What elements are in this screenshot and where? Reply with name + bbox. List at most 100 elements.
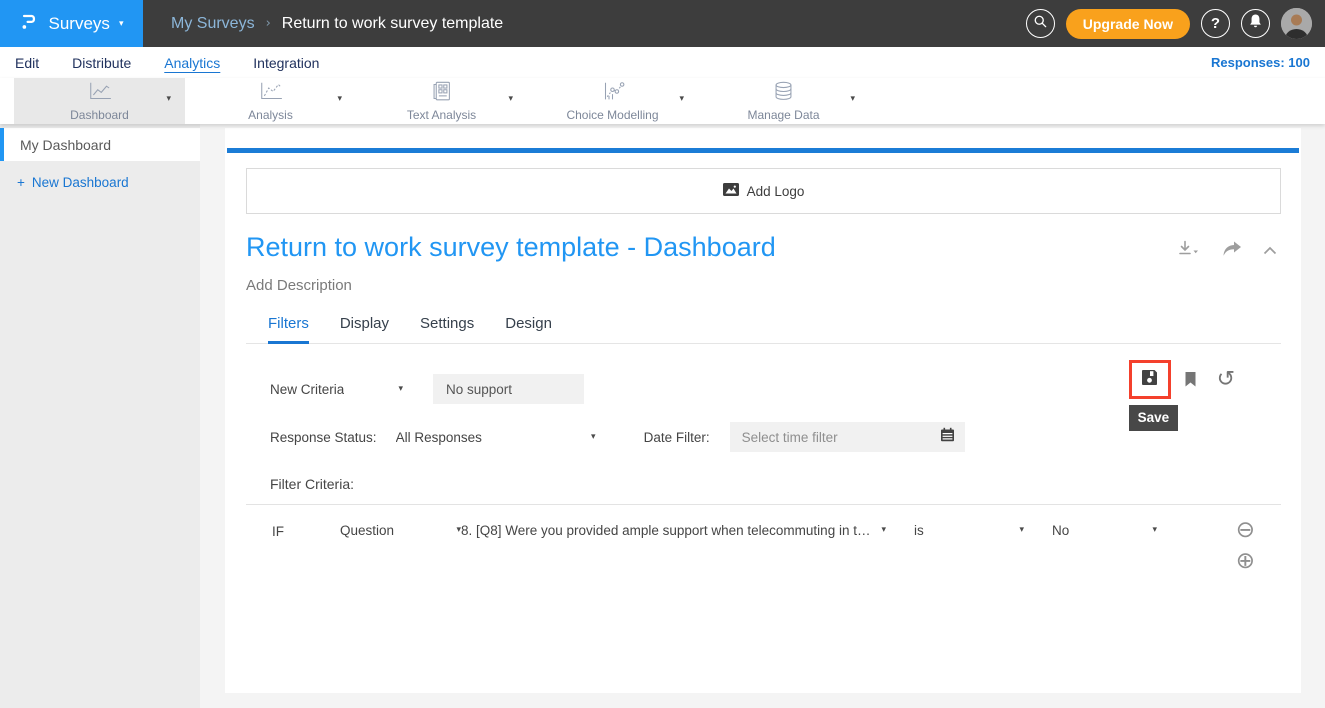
operator-dropdown[interactable]: is ▾ [914, 523, 1024, 538]
page-title: Return to work survey template - Dashboa… [246, 232, 776, 263]
chevron-down-icon: ▾ [591, 433, 596, 442]
dashboard-actions [1177, 240, 1277, 262]
sidebar-item-my-dashboard[interactable]: My Dashboard [0, 128, 200, 161]
download-icon[interactable] [1177, 240, 1201, 262]
operator-value: is [914, 523, 924, 538]
divider [246, 504, 1281, 505]
date-filter-placeholder: Select time filter [742, 430, 940, 445]
plus-icon: + [17, 175, 25, 190]
toolbar-item-choice-modelling[interactable]: Choice Modelling ▾ [527, 78, 698, 124]
chevron-down-icon: ▾ [1019, 526, 1024, 535]
top-bar: Surveys ▾ My Surveys › Return to work su… [0, 0, 1325, 47]
criteria-dropdown[interactable]: New Criteria ▾ [270, 382, 403, 397]
toolbar-label: Text Analysis [407, 108, 476, 122]
add-logo-dropzone[interactable]: Add Logo [246, 168, 1281, 214]
toolbar-item-manage-data[interactable]: Manage Data ▾ [698, 78, 869, 124]
responses-count[interactable]: Responses: 100 [1211, 55, 1310, 70]
chevron-down-icon[interactable]: ▾ [679, 95, 684, 104]
question-value: 8. [Q8] Were you provided ample support … [461, 523, 875, 538]
text-document-icon [428, 81, 455, 107]
dashboard-sidebar: My Dashboard + New Dashboard [0, 124, 200, 708]
line-chart-icon [86, 81, 113, 107]
nav-item-edit[interactable]: Edit [15, 55, 39, 71]
tab-design[interactable]: Design [505, 315, 552, 344]
app-logo-menu[interactable]: Surveys ▾ [0, 0, 143, 47]
nav-item-analytics[interactable]: Analytics [164, 55, 220, 71]
breadcrumb: My Surveys › Return to work survey templ… [171, 15, 503, 33]
chevron-down-icon: ▾ [398, 385, 403, 394]
tab-settings[interactable]: Settings [420, 315, 474, 344]
breadcrumb-separator-icon: › [266, 17, 271, 30]
sidebar-item-label: My Dashboard [20, 137, 111, 153]
criteria-dropdown-value: New Criteria [270, 382, 344, 397]
field-type-value: Question [340, 523, 394, 538]
chevron-down-icon: ▾ [1152, 526, 1157, 535]
questionpro-logo-icon [20, 11, 40, 37]
save-tooltip: Save [1129, 405, 1179, 431]
answer-dropdown[interactable]: No ▾ [1052, 523, 1157, 538]
share-icon[interactable] [1222, 241, 1242, 262]
field-type-dropdown[interactable]: Question ▾ [340, 523, 461, 538]
dashboard-card: Add Logo Return to work survey template … [225, 128, 1301, 693]
chevron-down-icon[interactable]: ▾ [850, 95, 855, 104]
user-avatar[interactable] [1281, 8, 1312, 39]
topbar-actions: Upgrade Now ? [1026, 8, 1325, 39]
response-status-dropdown[interactable]: All Responses ▾ [396, 430, 596, 445]
analytics-toolbar: Dashboard ▾ Analysis ▾ Text Analysis ▾ [0, 78, 1325, 124]
if-label: IF [272, 523, 340, 539]
date-filter-label: Date Filter: [644, 430, 710, 445]
help-button[interactable]: ? [1201, 9, 1230, 38]
app-body: My Dashboard + New Dashboard Add Logo Re… [0, 124, 1325, 708]
toolbar-item-dashboard[interactable]: Dashboard ▾ [14, 78, 185, 124]
answer-value: No [1052, 523, 1069, 538]
upgrade-now-button[interactable]: Upgrade Now [1066, 9, 1190, 39]
tab-filters[interactable]: Filters [268, 315, 309, 344]
chevron-down-icon[interactable]: ▾ [508, 95, 513, 104]
chevron-down-icon: ▾ [881, 526, 886, 535]
criteria-row: New Criteria ▾ No support Save [270, 370, 1281, 408]
title-row: Return to work survey template - Dashboa… [246, 232, 1277, 263]
survey-nav-row: Edit Distribute Analytics Integration Re… [0, 47, 1325, 78]
add-description-placeholder[interactable]: Add Description [246, 277, 1301, 294]
rule-actions: ⊖ ⊕ [1236, 519, 1255, 573]
chevron-down-icon[interactable]: ▾ [337, 95, 342, 104]
toolbar-item-analysis[interactable]: Analysis ▾ [185, 78, 356, 124]
trend-chart-icon [257, 81, 284, 107]
criteria-action-icons: Save ↺ [1129, 360, 1235, 399]
scatter-chart-icon [599, 81, 626, 107]
toolbar-label: Choice Modelling [566, 108, 658, 122]
image-icon [723, 183, 739, 199]
question-dropdown[interactable]: 8. [Q8] Were you provided ample support … [461, 523, 886, 538]
breadcrumb-current-survey: Return to work survey template [282, 15, 503, 33]
toolbar-item-text-analysis[interactable]: Text Analysis ▾ [356, 78, 527, 124]
bookmark-icon[interactable] [1184, 371, 1197, 388]
nav-item-distribute[interactable]: Distribute [72, 55, 131, 71]
criteria-name-input[interactable]: No support [433, 374, 584, 404]
dashboard-accent-bar [227, 148, 1299, 153]
calendar-icon[interactable] [940, 427, 955, 447]
database-icon [770, 81, 797, 107]
bell-icon [1248, 13, 1263, 34]
new-dashboard-label: New Dashboard [32, 175, 129, 190]
toolbar-label: Manage Data [747, 108, 819, 122]
save-icon [1140, 368, 1159, 392]
search-icon [1033, 14, 1048, 34]
date-filter-input[interactable]: Select time filter [730, 422, 965, 452]
tab-display[interactable]: Display [340, 315, 389, 344]
new-dashboard-button[interactable]: + New Dashboard [17, 175, 200, 190]
chevron-down-icon[interactable]: ▾ [166, 95, 171, 104]
chevron-down-icon: ▾ [119, 20, 124, 29]
filter-criteria-label: Filter Criteria: [270, 476, 1301, 492]
filter-rule-row: IF Question ▾ 8. [Q8] Were you provided … [272, 523, 1281, 573]
toolbar-label: Dashboard [70, 108, 129, 122]
add-rule-icon[interactable]: ⊕ [1236, 550, 1255, 573]
reset-icon[interactable]: ↺ [1217, 369, 1235, 391]
search-button[interactable] [1026, 9, 1055, 38]
save-filter-button[interactable]: Save [1129, 360, 1171, 399]
breadcrumb-my-surveys[interactable]: My Surveys [171, 15, 255, 33]
nav-item-integration[interactable]: Integration [253, 55, 319, 71]
collapse-chevron-up-icon[interactable] [1263, 242, 1277, 260]
response-status-label: Response Status: [270, 430, 377, 445]
remove-rule-icon[interactable]: ⊖ [1236, 519, 1255, 542]
notifications-button[interactable] [1241, 9, 1270, 38]
